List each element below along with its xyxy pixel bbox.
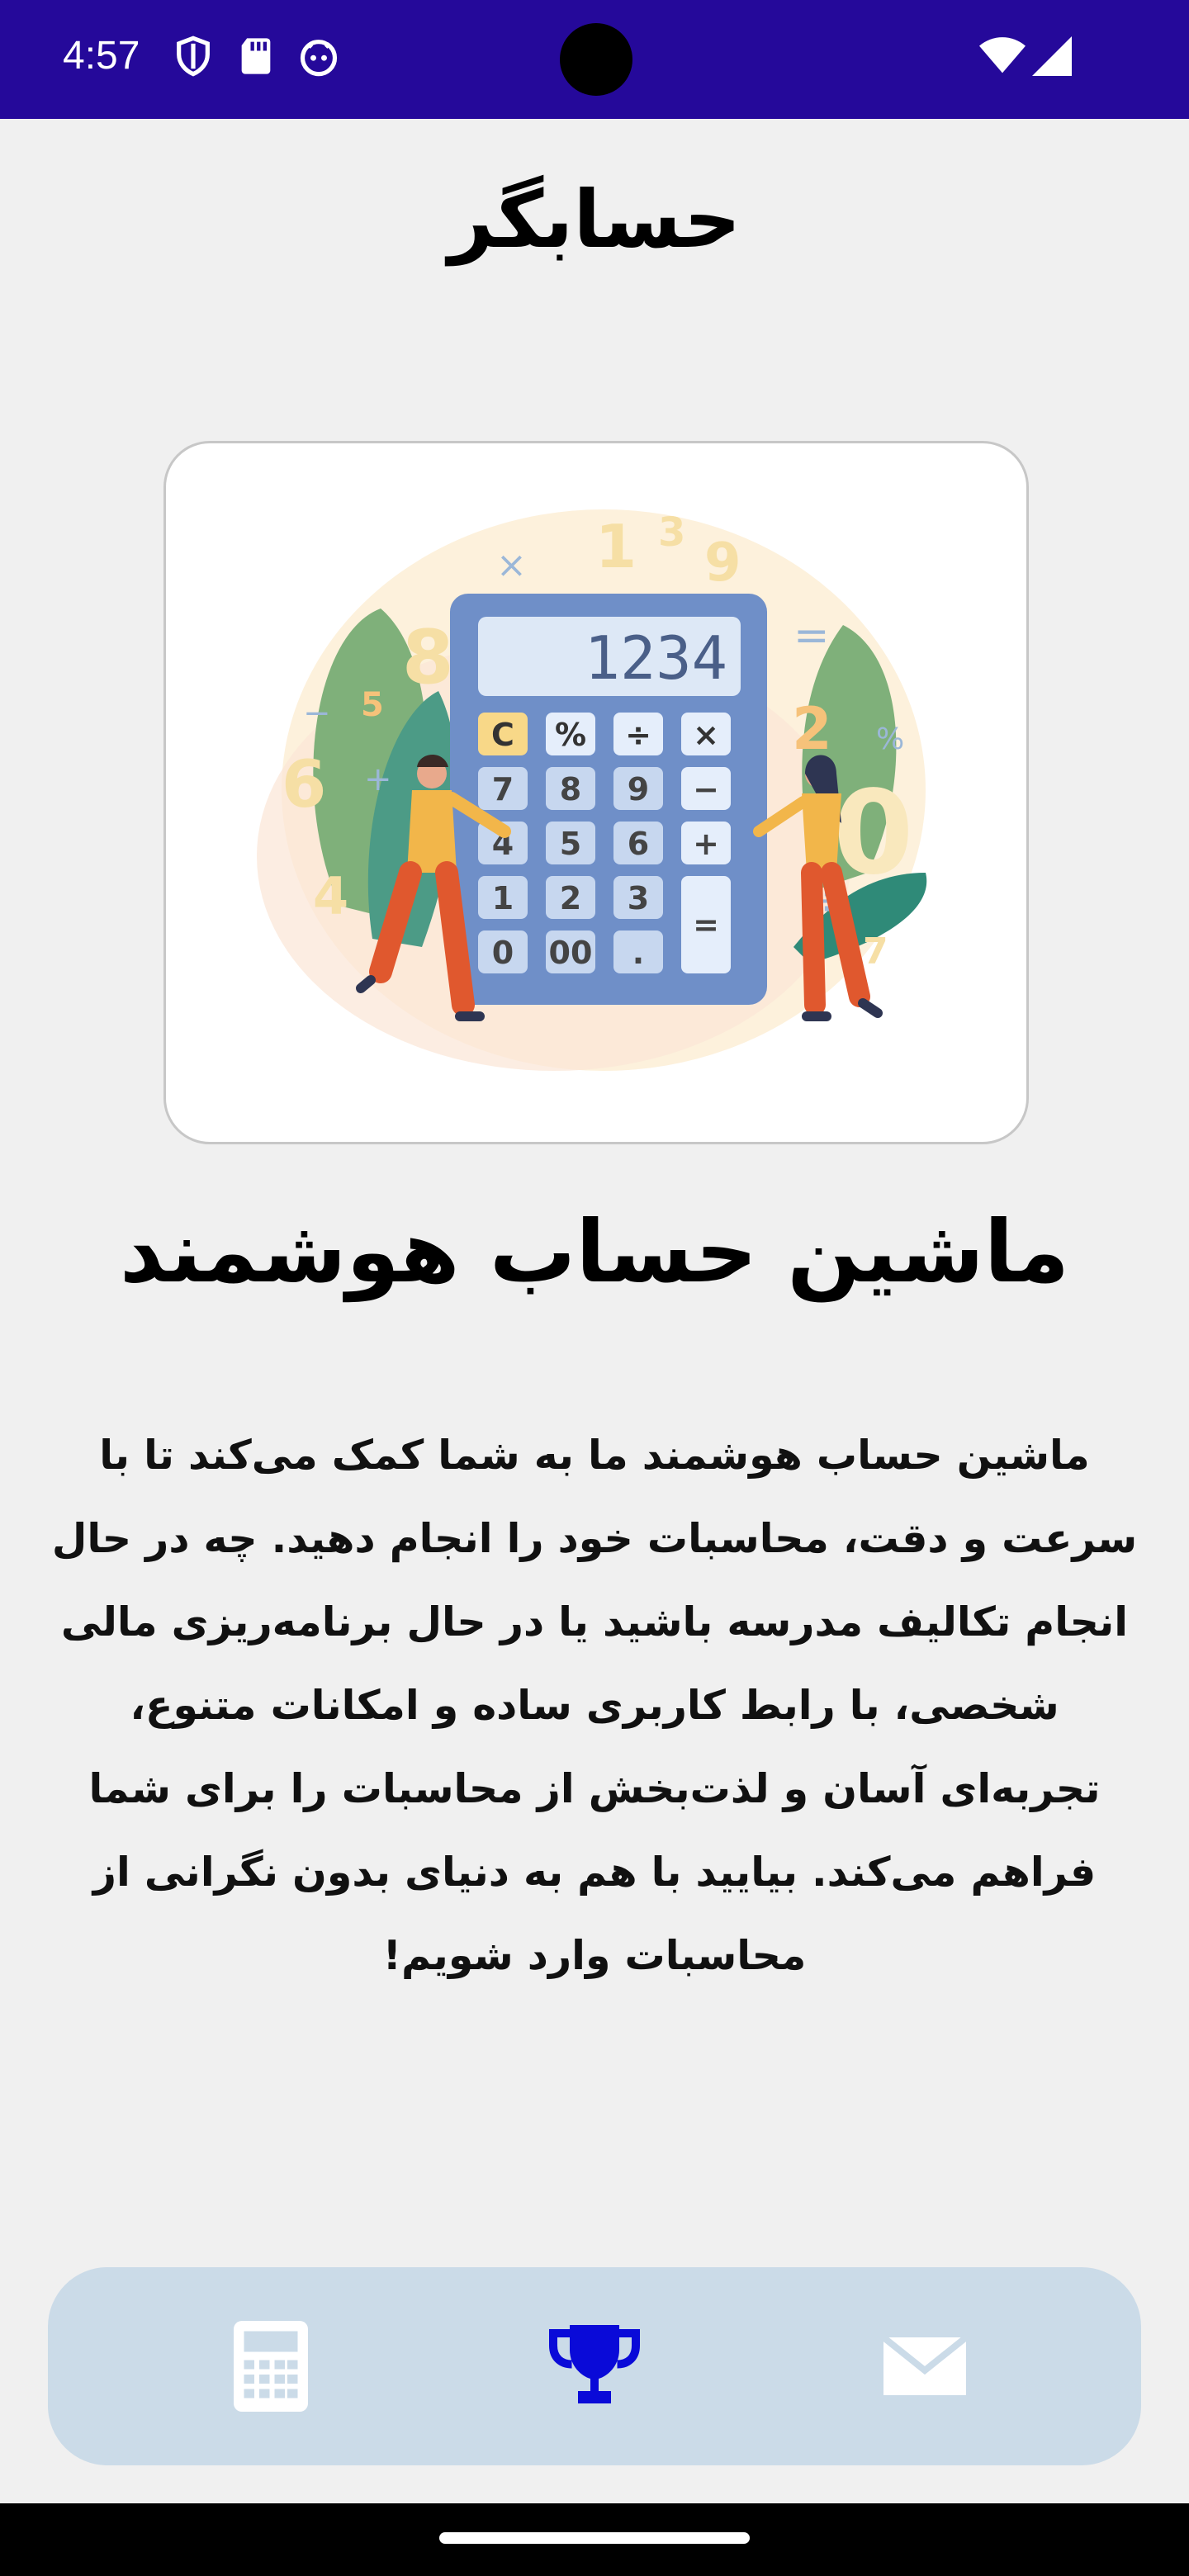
nav-calculator-button[interactable] (221, 2317, 320, 2416)
status-time: 4:57 (63, 34, 140, 78)
svg-text:−: − (693, 771, 719, 807)
svg-text:0: 0 (833, 766, 913, 901)
home-gesture-handle[interactable] (439, 2532, 750, 2544)
svg-text:0: 0 (492, 935, 514, 971)
svg-text:×: × (693, 717, 719, 753)
signal-icon (1032, 36, 1072, 78)
svg-text:7: 7 (863, 930, 888, 973)
svg-text:6: 6 (282, 748, 326, 822)
svg-text:8: 8 (560, 771, 581, 807)
status-bar: 4:57 (0, 0, 1189, 119)
nav-contact-button[interactable] (875, 2317, 974, 2416)
svg-text:%: % (876, 722, 904, 756)
svg-text:−: − (303, 694, 331, 732)
svg-text:=: = (693, 907, 719, 943)
svg-text:7: 7 (492, 771, 514, 807)
svg-text:9: 9 (704, 533, 741, 594)
bottom-navigation (48, 2267, 1141, 2465)
svg-text:2: 2 (560, 880, 581, 916)
calculator-illustration: 1 3 9 8 6 4 5 2 0 7 × = % − + ÷ 1234 C %… (257, 509, 927, 1071)
calculator-display: 1234 (585, 623, 727, 693)
android-icon (297, 35, 340, 78)
svg-text:C: C (491, 717, 514, 753)
svg-text:6: 6 (628, 826, 649, 862)
svg-text:5: 5 (560, 826, 581, 862)
svg-text:00: 00 (549, 935, 593, 971)
shield-icon (172, 35, 215, 78)
wifi-icon (979, 36, 1026, 78)
svg-text:8: 8 (402, 614, 454, 701)
calculator-illustration-card: 1 3 9 8 6 4 5 2 0 7 × = % − + ÷ 1234 C %… (163, 441, 1029, 1144)
svg-text:÷: ÷ (625, 717, 651, 753)
envelope-icon (881, 2334, 969, 2395)
svg-text:+: + (693, 826, 719, 862)
sd-card-icon (234, 35, 277, 78)
app-title: حسابگر (448, 173, 741, 266)
trophy-icon (549, 2325, 640, 2403)
front-camera (560, 23, 632, 96)
svg-text:2: 2 (792, 695, 832, 763)
svg-text:3: 3 (658, 509, 685, 556)
svg-text:3: 3 (628, 880, 649, 916)
svg-text:1: 1 (595, 512, 637, 581)
svg-text:+: + (364, 760, 392, 798)
svg-text:5: 5 (361, 686, 384, 724)
svg-text:×: × (496, 544, 527, 586)
calculator-icon (234, 2321, 308, 2412)
svg-text:=: = (793, 611, 830, 661)
nav-trophy-button[interactable] (545, 2317, 644, 2416)
svg-text:9: 9 (628, 771, 649, 807)
svg-text:.: . (632, 935, 644, 971)
headline: ماشین حساب هوشمند (119, 1201, 1070, 1302)
description-text: ماشین حساب هوشمند ما به شما کمک می‌کند ت… (51, 1432, 1138, 1979)
svg-text:4: 4 (313, 866, 348, 926)
svg-text:1: 1 (492, 880, 514, 916)
svg-text:%: % (555, 717, 586, 753)
